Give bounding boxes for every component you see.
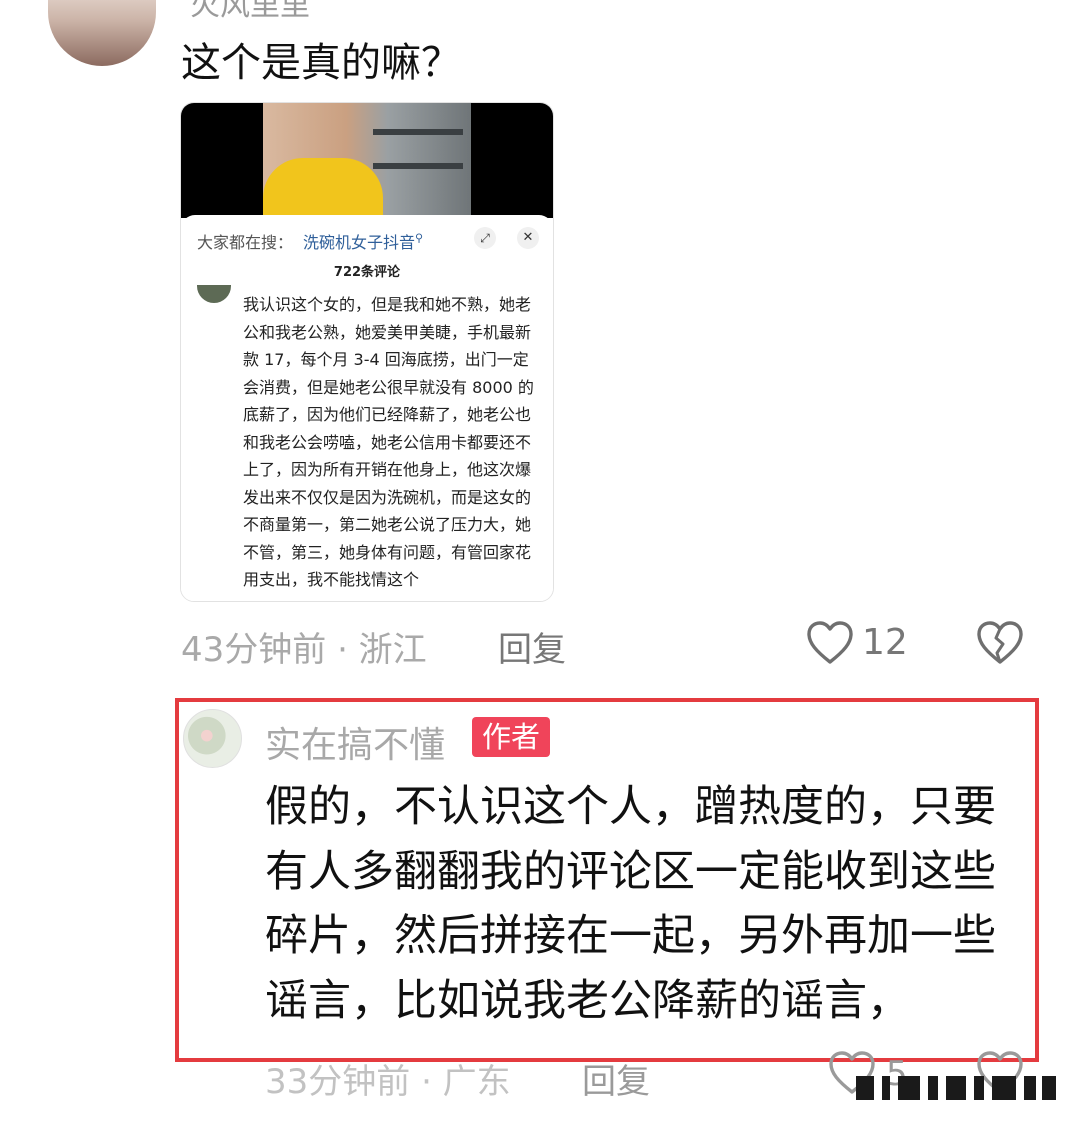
reply-text: 假的，不认识这个人，蹭热度的，只要有人多翻翻我的评论区一定能收到这些碎片，然后拼… bbox=[265, 782, 996, 1026]
like-count: 12 bbox=[862, 622, 908, 663]
search-icon: ⚲ bbox=[415, 231, 424, 245]
comment-panel: 大家都在搜： 洗碗机女子抖音⚲ ⤢ ✕ 722条评论 我认识这个女的，但是我和她… bbox=[181, 215, 553, 601]
comment-username[interactable]: 火风里里 bbox=[190, 0, 310, 24]
video-frame bbox=[263, 103, 471, 218]
author-avatar[interactable] bbox=[183, 709, 242, 768]
reply-username[interactable]: 实在搞不懂 bbox=[265, 716, 445, 768]
video-thumbnail bbox=[181, 103, 553, 218]
expand-icon[interactable]: ⤢ bbox=[474, 227, 496, 249]
embedded-comment-text: 我认识这个女的，但是我和她不熟，她老公和我老公熟，她爱美甲美睫，手机最新款 17… bbox=[243, 295, 534, 589]
embedded-screenshot[interactable]: 大家都在搜： 洗碗机女子抖音⚲ ⤢ ✕ 722条评论 我认识这个女的，但是我和她… bbox=[180, 102, 554, 602]
comment-meta: 43分钟前 · 浙江 bbox=[181, 630, 427, 670]
heart-outline-icon[interactable] bbox=[806, 620, 854, 666]
reply-meta: 33分钟前 · 广东 bbox=[265, 1062, 511, 1102]
broken-heart-icon[interactable] bbox=[976, 620, 1024, 666]
comment-text: 这个是真的嘛？ bbox=[181, 40, 461, 86]
search-label: 大家都在搜： bbox=[197, 233, 294, 252]
search-term-text: 洗碗机女子抖音 bbox=[303, 233, 416, 252]
user-avatar[interactable] bbox=[48, 0, 156, 66]
watermark bbox=[856, 1073, 1056, 1103]
inner-avatar bbox=[197, 285, 231, 303]
search-term-link[interactable]: 洗碗机女子抖音⚲ bbox=[303, 229, 423, 253]
author-badge: 作者 bbox=[472, 717, 551, 757]
reply-button[interactable]: 回复 bbox=[498, 622, 566, 671]
reply-button[interactable]: 回复 bbox=[582, 1054, 650, 1103]
close-icon[interactable]: ✕ bbox=[517, 227, 539, 249]
comment-count: 722条评论 bbox=[333, 265, 401, 280]
